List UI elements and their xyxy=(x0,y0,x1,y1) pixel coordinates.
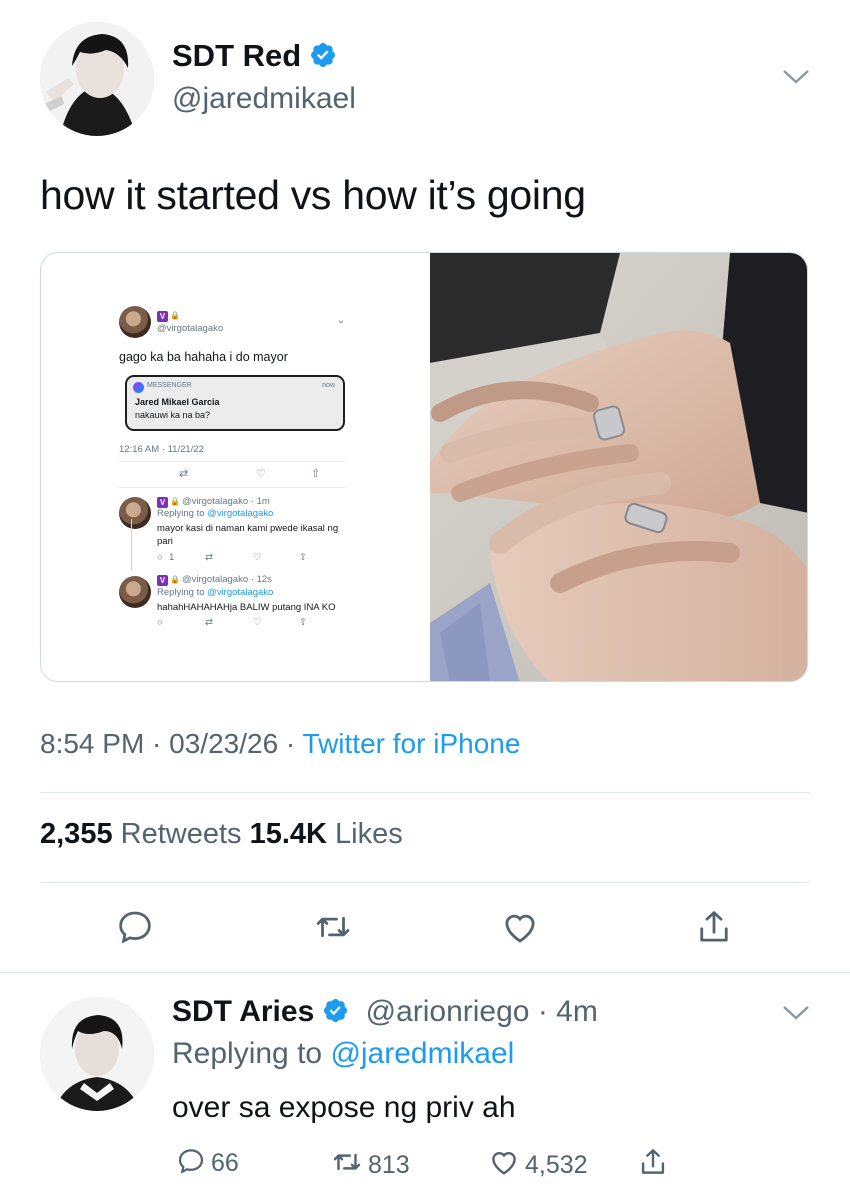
reply-icon: ○ xyxy=(157,552,163,563)
retweet-icon: ⇄ xyxy=(205,617,213,628)
divider xyxy=(119,487,345,488)
retweet-icon: ⇄ xyxy=(205,552,213,563)
embedded-screenshot: V 🔒 @virgotalagako ⌄ gago ka ba hahaha i … xyxy=(41,253,430,681)
author-name-text: SDT Red xyxy=(172,38,302,73)
embedded-date: 12:16 AM · 11/21/22 xyxy=(119,444,204,455)
reply-reply-button[interactable]: 66 xyxy=(175,1145,239,1178)
reply-icon xyxy=(175,1149,211,1177)
messenger-notification: MESSENGER now Jared Mikael Garcia nakauw… xyxy=(125,375,345,431)
share-icon xyxy=(693,911,735,952)
like-icon xyxy=(499,914,541,952)
replying-to-link[interactable]: @jaredmikael xyxy=(330,1037,514,1070)
divider xyxy=(119,461,345,462)
embedded-badges: V 🔒 xyxy=(157,309,182,322)
embedded-reply1-text1: mayor kasi di naman kami pwede ikasal ng xyxy=(157,523,339,534)
author-display-name[interactable]: SDT Red xyxy=(172,38,337,77)
embedded-avatar xyxy=(119,497,151,529)
verified-badge-icon xyxy=(322,997,349,1032)
embedded-handle: @virgotalagako xyxy=(157,323,224,334)
embedded-reply1-actions: ○ 1 ⇄ ♡ ⇧ xyxy=(157,552,345,566)
tweet-timestamp: 8:54 PM · 03/23/26 · xyxy=(40,728,303,759)
hands-with-rings-photo xyxy=(430,253,807,681)
retweets-stat[interactable]: 2,355 Retweets xyxy=(40,818,250,850)
share-icon: ⇧ xyxy=(299,617,307,628)
like-icon: ♡ xyxy=(253,617,262,628)
tweet-media[interactable]: V 🔒 @virgotalagako ⌄ gago ka ba hahaha i … xyxy=(40,252,808,682)
like-icon xyxy=(487,1151,525,1179)
reply-handle[interactable]: @arionriego xyxy=(366,995,530,1028)
share-icon xyxy=(636,1149,674,1179)
retweet-count: 813 xyxy=(368,1151,410,1179)
main-tweet: SDT Red @jaredmikael how it started vs h… xyxy=(0,0,850,972)
reply-button[interactable] xyxy=(114,906,156,948)
embedded-reply2-text: hahahHAHAHAHja BALIW putang INA KO xyxy=(157,602,336,613)
retweet-icon xyxy=(330,1151,368,1179)
embedded-reply1-text2: pari xyxy=(157,536,173,547)
embedded-tweet-text: gago ka ba hahaha i do mayor xyxy=(119,350,288,364)
reply-like-button[interactable]: 4,532 xyxy=(487,1145,588,1180)
reply-share-button[interactable] xyxy=(636,1145,674,1180)
author-avatar[interactable] xyxy=(40,22,154,136)
like-icon: ♡ xyxy=(256,468,266,480)
like-count: 4,532 xyxy=(525,1151,588,1179)
embedded-reply1-replying: Replying to @virgotalagako xyxy=(157,508,274,519)
lock-icon: 🔒 xyxy=(170,497,180,506)
reply-text: over sa expose ng priv ah xyxy=(172,1091,516,1124)
divider xyxy=(40,792,810,793)
share-icon: ⇧ xyxy=(311,468,321,480)
retweet-icon: ⇄ xyxy=(179,468,189,480)
thread-line xyxy=(131,519,132,571)
zodiac-badge-icon: V xyxy=(157,497,168,508)
zodiac-badge-icon: V xyxy=(157,311,168,322)
embedded-reply2-replying: Replying to @virgotalagako xyxy=(157,587,274,598)
reply-time: · 4m xyxy=(529,995,598,1028)
reply-retweet-button[interactable]: 813 xyxy=(330,1145,410,1180)
reply-count: 1 xyxy=(169,552,175,563)
notification-app: MESSENGER xyxy=(147,382,192,389)
zodiac-badge-icon: V xyxy=(157,575,168,586)
embedded-chevron-icon: ⌄ xyxy=(337,315,345,326)
embedded-avatar xyxy=(119,306,151,338)
reply-display-name[interactable]: SDT Aries xyxy=(172,995,314,1028)
notification-message: nakauwi ka na ba? xyxy=(135,410,211,420)
retweet-button[interactable] xyxy=(312,906,354,948)
author-handle[interactable]: @jaredmikael xyxy=(172,82,356,116)
embedded-avatar xyxy=(119,576,151,608)
embedded-reply2-handle: V 🔒 @virgotalagako · 12s xyxy=(157,574,272,586)
embedded-action-bar: ⇄ ♡ ⇧ xyxy=(119,467,345,483)
tweet-source-link[interactable]: Twitter for iPhone xyxy=(303,728,521,759)
lock-icon: 🔒 xyxy=(170,311,180,320)
embedded-reply2-actions: ○ ⇄ ♡ ⇧ xyxy=(157,617,345,631)
reply-header: SDT Aries @arionriego · 4m xyxy=(172,995,598,1032)
reply-count: 66 xyxy=(211,1149,239,1177)
chevron-down-icon[interactable] xyxy=(781,1004,811,1022)
replying-to: Replying to @jaredmikael xyxy=(172,1037,515,1070)
tweet-meta: 8:54 PM · 03/23/26 · Twitter for iPhone xyxy=(40,728,520,760)
verified-badge-icon xyxy=(309,41,337,77)
embedded-reply1-handle: V 🔒 @virgotalagako · 1m xyxy=(157,496,270,508)
likes-stat[interactable]: 15.4K Likes xyxy=(250,818,403,850)
like-icon: ♡ xyxy=(253,552,262,563)
reply-tweet[interactable]: SDT Aries @arionriego · 4m Replying to @… xyxy=(0,973,850,1200)
retweet-icon xyxy=(312,916,354,952)
chevron-down-icon[interactable] xyxy=(781,68,811,86)
like-button[interactable] xyxy=(499,906,541,948)
notification-sender: Jared Mikael Garcia xyxy=(135,397,220,407)
lock-icon: 🔒 xyxy=(170,575,180,584)
notification-time: now xyxy=(322,382,335,389)
reply-icon: ○ xyxy=(157,617,163,628)
messenger-icon xyxy=(133,382,144,393)
reply-icon xyxy=(114,911,156,952)
share-icon: ⇧ xyxy=(299,552,307,563)
divider xyxy=(40,882,810,883)
share-button[interactable] xyxy=(693,906,735,948)
tweet-text: how it started vs how it’s going xyxy=(40,172,586,218)
tweet-stats: 2,355 Retweets 15.4K Likes xyxy=(40,818,403,851)
reply-author-avatar[interactable] xyxy=(40,997,154,1111)
